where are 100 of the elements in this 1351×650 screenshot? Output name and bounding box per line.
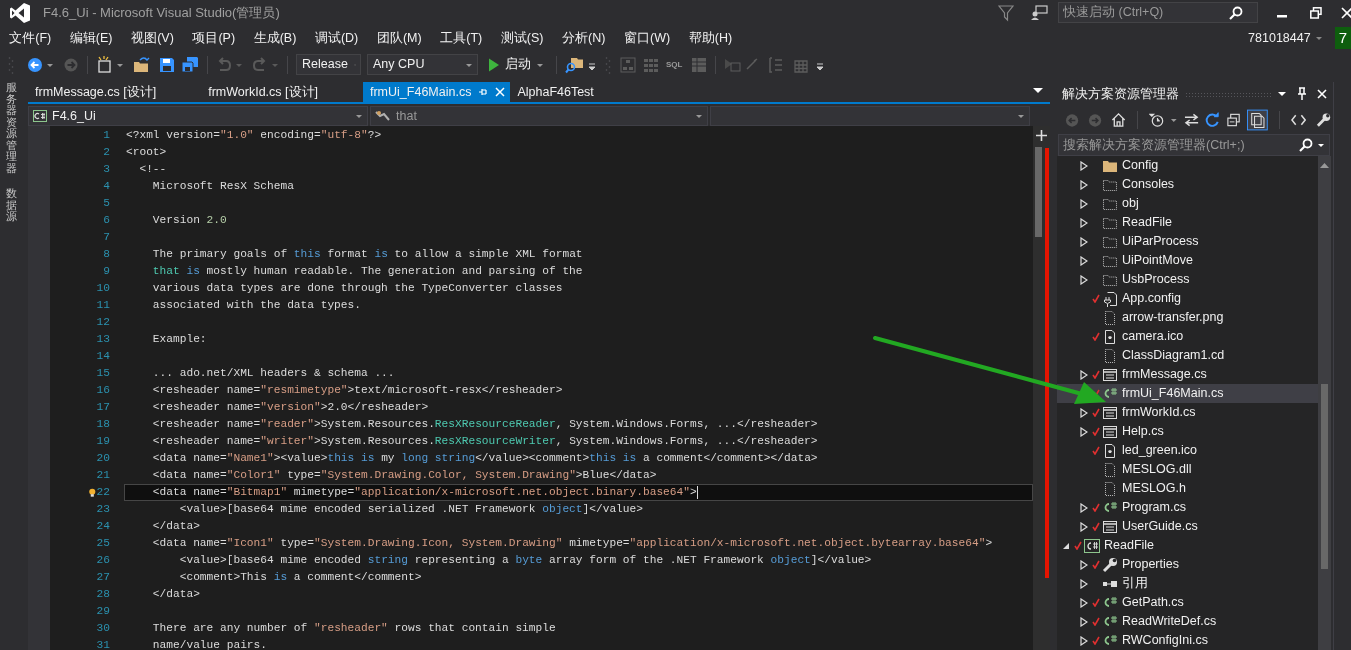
tree-item[interactable]: led_green.ico (1057, 441, 1318, 460)
menu-item[interactable]: 分析(N) (552, 28, 615, 48)
split-icon[interactable] (1036, 130, 1047, 141)
expand-arrow[interactable] (1080, 217, 1088, 228)
menu-item[interactable]: 帮助(H) (679, 28, 742, 48)
expand-arrow[interactable] (1080, 426, 1088, 437)
code-view-icon[interactable] (1290, 113, 1306, 127)
overflow-icon[interactable] (816, 62, 825, 73)
expand-arrow[interactable] (1080, 198, 1088, 209)
close-icon[interactable] (1317, 89, 1327, 99)
filter-icon[interactable] (998, 3, 1014, 22)
home-icon[interactable] (1111, 112, 1127, 128)
tree-item[interactable]: MESLOG.h (1057, 479, 1318, 498)
expand-arrow[interactable] (1080, 255, 1088, 266)
expand-arrow[interactable] (1080, 578, 1088, 589)
save-icon[interactable] (159, 56, 175, 73)
scroll-up-icon[interactable] (1320, 162, 1329, 168)
expand-arrow[interactable] (1080, 502, 1088, 513)
tree-item[interactable]: Config (1057, 156, 1318, 175)
feedback-icon[interactable] (1030, 4, 1048, 21)
side-tab[interactable]: 数据源 (6, 188, 17, 223)
expand-arrow[interactable] (1080, 369, 1088, 380)
refresh-icon[interactable] (1205, 112, 1221, 128)
account-name[interactable]: 781018447 (1248, 28, 1311, 48)
tree-item[interactable]: GetPath.cs (1057, 593, 1318, 612)
restore-icon[interactable] (1310, 6, 1322, 19)
sql-button[interactable]: SQL (666, 58, 683, 71)
expand-arrow[interactable] (1062, 541, 1070, 550)
document-tab[interactable]: frmMessage.cs [设计] (28, 82, 164, 102)
expand-arrow[interactable] (1080, 597, 1088, 608)
close-icon[interactable] (1341, 6, 1351, 19)
tree-item[interactable]: ReadWriteDef.cs (1057, 612, 1318, 631)
overflow-icon[interactable] (588, 62, 596, 73)
expand-arrow[interactable] (1080, 179, 1088, 190)
save-all-icon[interactable] (181, 56, 199, 73)
expand-arrow[interactable] (1080, 274, 1088, 285)
tree-item[interactable]: frmWorkId.cs (1057, 403, 1318, 422)
menu-item[interactable]: 编辑(E) (60, 28, 122, 48)
tree-item[interactable]: camera.ico (1057, 327, 1318, 346)
open-folder-icon[interactable] (133, 56, 151, 73)
start-button[interactable]: 启动 (484, 55, 548, 74)
menu-item[interactable]: 生成(B) (244, 28, 306, 48)
tree-item[interactable]: App.config (1057, 289, 1318, 308)
expand-arrow[interactable] (1080, 407, 1088, 418)
caret-icon[interactable] (1277, 90, 1287, 98)
expand-arrow[interactable] (1080, 521, 1088, 532)
search-icon[interactable] (1229, 5, 1243, 20)
document-tab[interactable]: frmWorkId.cs [设计] (201, 82, 325, 102)
search-field[interactable]: 搜索解决方案资源管理器(Ctrl+;) (1058, 134, 1330, 156)
quick-launch-field[interactable]: 快速启动 (Ctrl+Q) (1058, 2, 1258, 23)
tree-item[interactable]: ReadFile (1057, 213, 1318, 232)
tree-item[interactable]: 引用 (1057, 574, 1318, 593)
scrollbar-thumb[interactable] (1035, 147, 1042, 237)
tree-item[interactable]: UserGuide.cs (1057, 517, 1318, 536)
menu-item[interactable]: 测试(S) (491, 28, 553, 48)
new-project-icon[interactable] (96, 56, 113, 73)
menu-item[interactable]: 团队(M) (367, 28, 431, 48)
tree-item[interactable]: MESLOG.dll (1057, 460, 1318, 479)
menu-item[interactable]: 视图(V) (121, 28, 184, 48)
menu-item[interactable]: 项目(P) (183, 28, 245, 48)
tab-list-dropdown-icon[interactable] (1032, 87, 1044, 95)
tree-item[interactable]: UsbProcess (1057, 270, 1318, 289)
notification-badge[interactable]: 7 (1334, 27, 1351, 49)
expand-arrow[interactable] (1080, 616, 1088, 627)
menu-item[interactable]: 工具(T) (430, 28, 492, 48)
search-icon[interactable] (1299, 138, 1313, 152)
platform-dropdown[interactable]: Any CPU (367, 54, 478, 75)
tree-item[interactable]: frmMessage.cs (1057, 365, 1318, 384)
expand-arrow[interactable] (1080, 559, 1088, 570)
wrench-icon[interactable] (1315, 112, 1331, 128)
expand-arrow[interactable] (1080, 160, 1088, 171)
caret-icon[interactable] (1317, 141, 1325, 149)
configuration-dropdown[interactable]: Release (296, 54, 361, 75)
tree-item[interactable]: Program.cs (1057, 498, 1318, 517)
tree-item[interactable]: Help.cs (1057, 422, 1318, 441)
menu-item[interactable]: 窗口(W) (614, 28, 680, 48)
project-dropdown[interactable]: F4.6_Ui (28, 106, 368, 126)
pin-icon[interactable] (1297, 87, 1307, 101)
scrollbar-thumb[interactable] (1321, 384, 1328, 569)
tree-item[interactable]: Properties (1057, 555, 1318, 574)
tree-item[interactable]: UiPointMove (1057, 251, 1318, 270)
menu-item[interactable]: 调试(D) (305, 28, 368, 48)
tree-item[interactable]: frmUi_F46Main.cs (1057, 384, 1318, 403)
tree-item[interactable]: RWConfigIni.cs (1057, 631, 1318, 650)
side-tab[interactable]: 服务器资源管理器 (6, 82, 17, 175)
collapse-icon[interactable] (1226, 112, 1242, 128)
find-files-icon[interactable] (565, 55, 585, 74)
expand-arrow[interactable] (1080, 236, 1088, 247)
document-tab[interactable]: AlphaF46Test (510, 82, 601, 102)
show-all-files-icon[interactable] (1247, 109, 1268, 131)
menu-item[interactable]: 文件(F) (0, 28, 61, 48)
tree-item[interactable]: ClassDiagram1.cd (1057, 346, 1318, 365)
sync-icon[interactable] (1183, 112, 1199, 128)
member-dropdown[interactable]: that (370, 106, 708, 126)
back-icon[interactable] (27, 56, 43, 73)
tree-item[interactable]: UiParProcess (1057, 232, 1318, 251)
tree-item[interactable]: ReadFile (1057, 536, 1318, 555)
tree-item[interactable]: Consoles (1057, 175, 1318, 194)
expand-arrow[interactable] (1080, 635, 1088, 646)
tree-item[interactable]: obj (1057, 194, 1318, 213)
